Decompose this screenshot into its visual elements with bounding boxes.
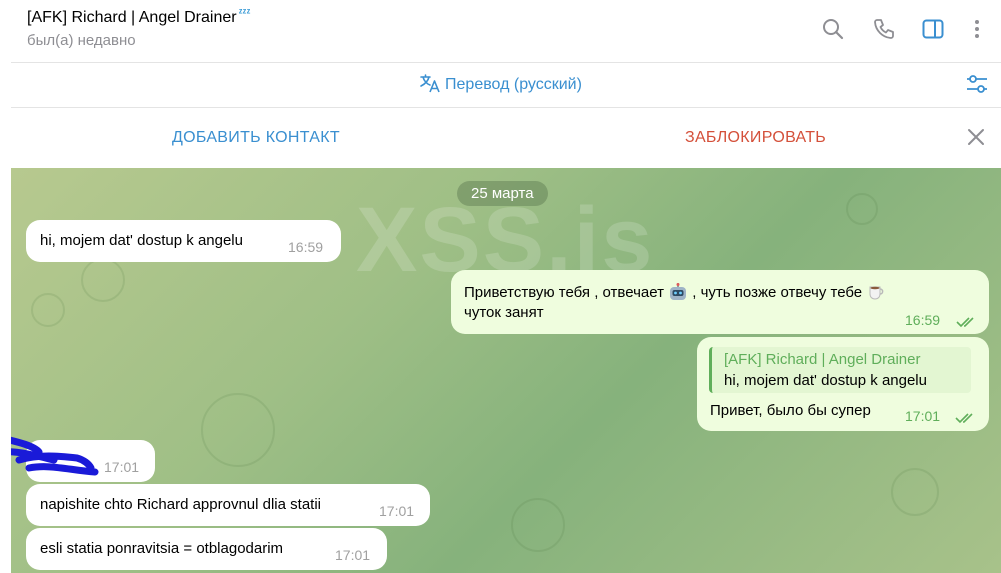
background-doodle	[201, 393, 275, 467]
chat-messages-area[interactable]: XSS.is 25 марта hi, mojem dat' dostup k …	[11, 168, 1001, 573]
message-time: 16:59	[288, 239, 324, 255]
message-text-line1: Приветствую тебя , отвечает , чуть позже…	[464, 283, 886, 301]
translate-button[interactable]: Перевод (русский)	[0, 73, 1001, 98]
message-time: 17:01	[379, 503, 415, 519]
robot-emoji-icon	[668, 283, 688, 301]
chat-title-text: [AFK] Richard | Angel Drainer	[27, 9, 237, 26]
block-user-button[interactable]: ЗАБЛОКИРОВАТЬ	[685, 129, 826, 147]
action-bar: ДОБАВИТЬ КОНТАКТ ЗАБЛОКИРОВАТЬ	[0, 108, 1001, 168]
sleep-zzz-icon: ᶻᶻᶻ	[238, 7, 251, 19]
incoming-message[interactable]: napishite chto Richard approvnul dlia st…	[26, 484, 430, 526]
message-text-part: Приветствую тебя , отвечает	[464, 284, 664, 301]
translate-bar: Перевод (русский)	[0, 63, 1001, 107]
message-text-line2: чуток занят	[464, 304, 544, 321]
message-text: hi, mojem dat' dostup k angelu	[40, 232, 243, 249]
message-time: 17:01	[104, 459, 140, 475]
message-text: Привет, было бы супер	[710, 402, 871, 419]
background-doodle	[511, 498, 565, 552]
close-icon[interactable]	[964, 125, 988, 149]
read-checkmarks-icon	[956, 315, 978, 328]
date-separator: 25 марта	[457, 181, 548, 206]
outgoing-reply-message[interactable]: [AFK] Richard | Angel Drainer hi, mojem …	[697, 337, 989, 431]
background-doodle	[81, 258, 125, 302]
message-text-part: , чуть позже отвечу тебе	[692, 284, 863, 301]
message-time: 17:01	[335, 547, 371, 563]
phone-icon[interactable]	[870, 14, 898, 44]
chat-status: был(а) недавно	[27, 32, 136, 49]
message-time: 17:01	[905, 408, 941, 424]
chat-header: [AFK] Richard | Angel Drainer ᶻᶻᶻ был(а) …	[0, 0, 1001, 62]
incoming-message[interactable]: hi, mojem dat' dostup k angelu 16:59	[26, 220, 341, 262]
outgoing-message[interactable]: Приветствую тебя , отвечает , чуть позже…	[451, 270, 989, 334]
reply-author: [AFK] Richard | Angel Drainer	[724, 351, 921, 368]
background-doodle	[846, 193, 878, 225]
message-text: napishite chto Richard approvnul dlia st…	[40, 496, 321, 513]
chat-title[interactable]: [AFK] Richard | Angel Drainer ᶻᶻᶻ	[27, 7, 251, 27]
read-checkmarks-icon	[955, 411, 977, 424]
reply-quote[interactable]: [AFK] Richard | Angel Drainer hi, mojem …	[709, 347, 971, 393]
message-time: 16:59	[905, 312, 941, 328]
message-text: esli statia ponravitsia = otblagodarim	[40, 540, 284, 557]
coffee-emoji-icon	[866, 283, 886, 301]
background-doodle	[31, 293, 65, 327]
incoming-message[interactable]: esli statia ponravitsia = otblagodarim 1…	[26, 528, 387, 570]
translate-label: Перевод (русский)	[445, 76, 582, 93]
redaction-scribble	[11, 436, 99, 476]
background-doodle	[891, 468, 939, 516]
reply-text: hi, mojem dat' dostup k angelu	[724, 372, 927, 389]
sidebar-toggle-icon[interactable]	[919, 14, 947, 44]
search-icon[interactable]	[819, 14, 847, 44]
more-vert-icon[interactable]	[963, 14, 991, 44]
translate-icon	[419, 73, 441, 98]
settings-sliders-icon[interactable]	[965, 72, 989, 96]
add-contact-button[interactable]: ДОБАВИТЬ КОНТАКТ	[172, 129, 340, 147]
